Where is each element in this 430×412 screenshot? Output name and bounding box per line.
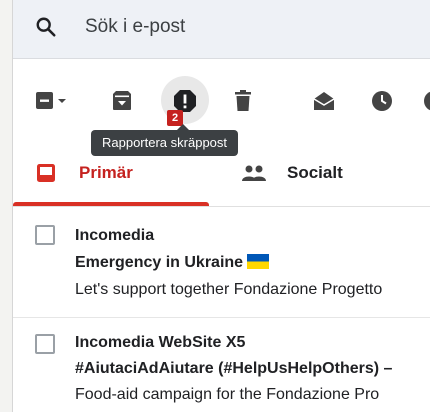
snooze-icon[interactable]	[369, 88, 395, 114]
delete-icon[interactable]	[230, 88, 256, 114]
email-snippet: Food-aid campaign for the Fondazione Pro	[75, 386, 380, 403]
email-subject: #AiutaciAdAiutare (#HelpUsHelpOthers) –	[75, 360, 393, 377]
search-icon[interactable]	[35, 16, 57, 38]
search-bar[interactable]: Sök i e-post	[13, 0, 430, 59]
email-checkbox[interactable]	[35, 334, 55, 354]
tab-social-label: Socialt	[287, 163, 343, 182]
email-checkbox[interactable]	[35, 225, 55, 245]
tab-primary-label: Primär	[79, 163, 133, 182]
email-row[interactable]: Incomedia Emergency in Ukraine Let's sup…	[13, 207, 430, 317]
select-dropdown-icon[interactable]	[55, 88, 69, 114]
archive-icon[interactable]	[109, 88, 135, 114]
email-snippet: Let's support together Fondazione Proget…	[75, 281, 383, 298]
report-spam-tooltip: Rapportera skräppost	[91, 124, 239, 156]
search-input[interactable]: Sök i e-post	[85, 16, 185, 38]
email-subject: Emergency in Ukraine	[75, 254, 244, 271]
email-sender: Incomedia WebSite X5	[75, 334, 246, 351]
mark-as-read-icon[interactable]	[311, 88, 337, 114]
tab-social[interactable]: Socialt	[209, 158, 430, 202]
add-task-icon[interactable]	[421, 88, 430, 114]
tab-primary[interactable]: Primär	[13, 158, 209, 202]
people-icon	[241, 162, 267, 184]
inbox-icon	[35, 162, 57, 184]
email-row[interactable]: Incomedia WebSite X5 #AiutaciAdAiutare (…	[13, 318, 430, 412]
gmail-window: Sök i e-post 2 Rapportera skräppost Prim…	[12, 0, 430, 412]
email-sender: Incomedia	[75, 227, 155, 244]
email-subject-line: Emergency in Ukraine	[75, 254, 270, 272]
ukraine-flag-icon	[247, 254, 270, 269]
